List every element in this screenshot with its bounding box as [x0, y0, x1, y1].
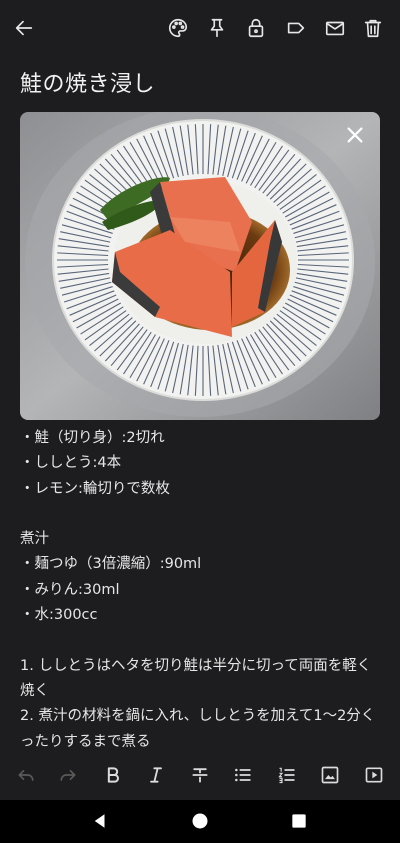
system-navigation-bar: [0, 800, 400, 843]
ingredient-line: ・麺つゆ（3倍濃縮）:90ml: [20, 556, 202, 573]
strikethrough-icon[interactable]: [188, 763, 212, 787]
undo-icon[interactable]: [14, 763, 38, 787]
insert-image-icon[interactable]: [318, 763, 342, 787]
step-line: 1. ししとうはヘタを切り鮭は半分に切って両面を軽く焼く: [20, 657, 372, 699]
back-arrow-icon[interactable]: [11, 15, 37, 41]
ingredient-line: ・みりん:30ml: [20, 581, 120, 598]
label-icon[interactable]: [283, 15, 309, 41]
ingredient-line: ・鮭（切り身）:2切れ: [20, 430, 165, 446]
bulleted-list-icon[interactable]: [231, 763, 255, 787]
pin-icon[interactable]: [204, 15, 230, 41]
insert-video-icon[interactable]: [362, 763, 386, 787]
step-line: 2. 煮汁の材料を鍋に入れ、ししとうを加えて1～2分くったりするまで煮る: [20, 708, 376, 749]
remove-image-close-icon[interactable]: [344, 124, 366, 146]
salmon-dish-image: [20, 112, 380, 420]
note-title[interactable]: 鮭の焼き浸し: [20, 66, 155, 98]
nav-back-icon[interactable]: [88, 809, 112, 833]
italic-icon[interactable]: [144, 763, 168, 787]
note-photo[interactable]: [20, 112, 380, 420]
trash-icon[interactable]: [360, 15, 386, 41]
ingredient-line: ・水:300cc: [20, 607, 98, 624]
nav-home-icon[interactable]: [188, 809, 212, 833]
numbered-list-icon[interactable]: [275, 763, 299, 787]
bold-icon[interactable]: [101, 763, 125, 787]
mail-icon[interactable]: [322, 15, 348, 41]
palette-icon[interactable]: [165, 15, 191, 41]
redo-icon[interactable]: [56, 763, 80, 787]
top-toolbar: [0, 0, 400, 58]
ingredient-line: ・レモン:輪切りで数枚: [20, 480, 170, 497]
nav-recents-icon[interactable]: [287, 809, 311, 833]
ingredient-line: ・ししとう:4本: [20, 455, 122, 472]
note-body[interactable]: ・鮭（切り身）:2切れ ・ししとう:4本 ・レモン:輪切りで数枚 煮汁 ・麺つゆ…: [20, 426, 382, 749]
formatting-toolbar: [0, 760, 400, 790]
section-heading: 煮汁: [20, 531, 49, 548]
lock-icon[interactable]: [243, 15, 269, 41]
